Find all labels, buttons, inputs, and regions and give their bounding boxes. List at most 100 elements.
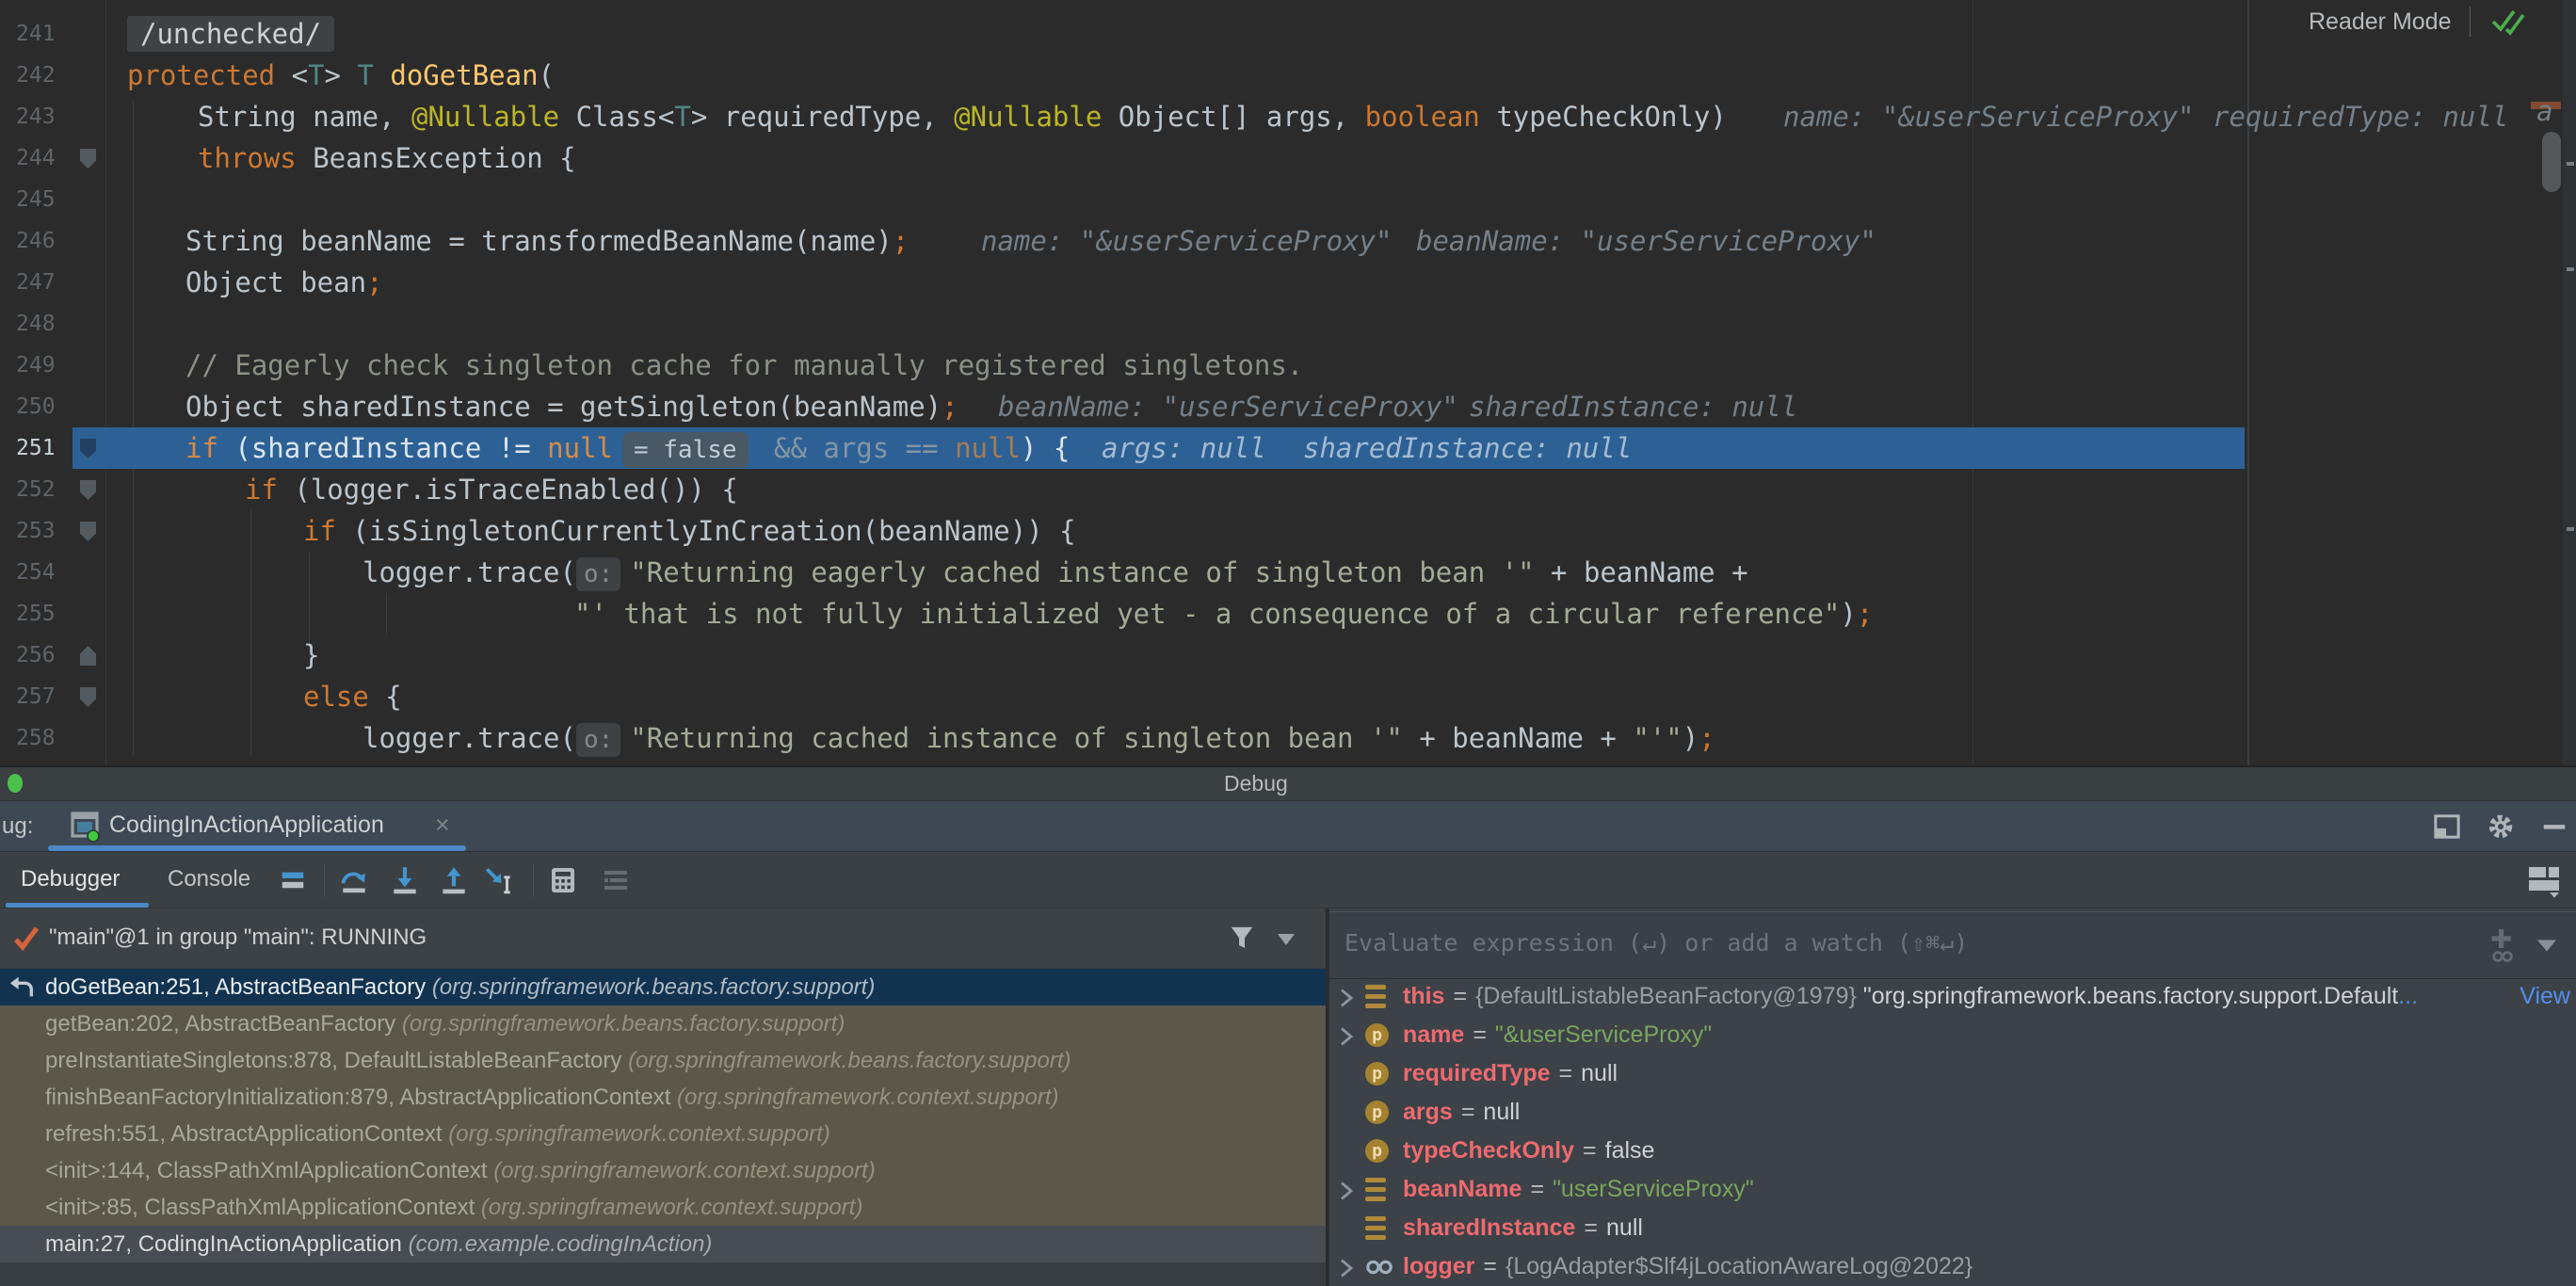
stack-frame-row[interactable]: doGetBean:251, AbstractBeanFactory (org.…: [0, 969, 1326, 1005]
step-into-button[interactable]: [384, 857, 426, 904]
line-number-246[interactable]: 246: [16, 220, 82, 262]
inspections-ok-icon[interactable]: [2489, 6, 2527, 38]
expand-chevron-icon[interactable]: [1339, 1027, 1354, 1046]
tab-debugger[interactable]: Debugger: [6, 852, 149, 908]
stacked-bars-icon: [279, 866, 307, 894]
code-line-252[interactable]: if (logger.isTraceEnabled()) {: [245, 469, 738, 510]
step-out-button[interactable]: [433, 857, 475, 904]
code-line-251[interactable]: if (sharedInstance != null= false && arg…: [185, 427, 1070, 469]
stack-frame-row[interactable]: <init>:85, ClassPathXmlApplicationContex…: [0, 1189, 1326, 1226]
variable-row-typeCheckOnly[interactable]: ptypeCheckOnly=false: [1329, 1132, 2576, 1170]
code-line-250[interactable]: Object sharedInstance = getSingleton(bea…: [185, 386, 958, 427]
variable-row-this[interactable]: this={DefaultListableBeanFactory@1979} "…: [1329, 977, 2576, 1016]
frame-location: finishBeanFactoryInitialization:879, Abs…: [45, 1079, 1059, 1116]
code-line-257[interactable]: else {: [303, 676, 402, 717]
line-number-250[interactable]: 250: [16, 386, 82, 427]
code-editor[interactable]: 241/unchecked/242 protected <T> T doGetBe…: [0, 0, 2576, 765]
variable-row-args[interactable]: pargs=null: [1329, 1093, 2576, 1132]
fold-down-icon[interactable]: [80, 522, 96, 541]
hide-panel-icon[interactable]: [2540, 812, 2568, 841]
close-icon[interactable]: ×: [435, 811, 450, 840]
line-number-247[interactable]: 247: [16, 262, 82, 303]
code-line-256[interactable]: }: [303, 635, 319, 676]
filter-funnel-icon[interactable]: [1228, 924, 1256, 954]
variable-row-logger[interactable]: logger={LogAdapter$Slf4jLocationAwareLog…: [1329, 1247, 2576, 1286]
tab-console[interactable]: Console: [168, 866, 250, 892]
line-number-245[interactable]: 245: [16, 179, 82, 220]
evaluate-expression-button[interactable]: [542, 857, 584, 904]
code-token: "Returning eagerly cached instance of si…: [630, 556, 1534, 588]
fold-down-icon[interactable]: [80, 687, 96, 707]
error-stripe[interactable]: [2563, 0, 2576, 765]
session-tab-label[interactable]: CodingInActionApplication: [109, 812, 384, 839]
code-line-258[interactable]: logger.trace(o:"Returning cached instanc…: [362, 717, 1715, 759]
variable-row-requiredType[interactable]: prequiredType=null: [1329, 1054, 2576, 1093]
layout-settings-button[interactable]: [2523, 857, 2565, 904]
line-number-251[interactable]: 251: [16, 427, 82, 469]
reader-mode-indicator[interactable]: Reader Mode: [2309, 6, 2527, 38]
stack-frame-row[interactable]: finishBeanFactoryInitialization:879, Abs…: [0, 1079, 1326, 1116]
line-number-254[interactable]: 254: [16, 552, 82, 593]
code-token: logger.trace(: [362, 556, 576, 588]
thread-dropdown-caret-icon[interactable]: [1277, 933, 1296, 946]
step-over-button[interactable]: [333, 857, 375, 904]
gear-icon[interactable]: [2486, 812, 2516, 842]
line-number-255[interactable]: 255: [16, 593, 82, 635]
stripe-mark[interactable]: [2567, 267, 2574, 271]
expand-chevron-icon[interactable]: [1339, 1259, 1354, 1278]
fold-down-icon[interactable]: [80, 149, 96, 169]
stream-trace-button[interactable]: [595, 857, 636, 904]
parameter-icon: p: [1365, 1101, 1389, 1124]
indent-guide: [250, 510, 251, 757]
line-number-242[interactable]: 242: [16, 55, 82, 96]
fold-down-icon[interactable]: [80, 480, 96, 500]
code-token: ;: [942, 391, 958, 423]
variable-row-name[interactable]: pname="&userServiceProxy": [1329, 1016, 2576, 1054]
line-number-256[interactable]: 256: [16, 635, 82, 676]
code-token: (sharedInstance !=: [218, 432, 547, 464]
code-token: null: [955, 432, 1021, 464]
stripe-mark[interactable]: [2567, 162, 2574, 166]
run-to-cursor-button[interactable]: [478, 857, 520, 904]
line-number-249[interactable]: 249: [16, 345, 82, 386]
code-line-246[interactable]: String beanName = transformedBeanName(na…: [185, 220, 909, 262]
expand-chevron-icon[interactable]: [1339, 1182, 1354, 1200]
code-line-249[interactable]: // Eagerly check singleton cache for man…: [185, 345, 1303, 386]
code-line-242[interactable]: protected <T> T doGetBean(: [127, 55, 555, 96]
view-link[interactable]: View: [2520, 977, 2570, 1016]
line-number-248[interactable]: 248: [16, 303, 82, 345]
code-line-255[interactable]: "' that is not fully initialized yet - a…: [574, 593, 1873, 635]
stack-frame-row[interactable]: main:27, CodingInActionApplication (com.…: [0, 1226, 1326, 1262]
threads-view-button[interactable]: [272, 857, 314, 904]
code-line-254[interactable]: logger.trace(o:"Returning eagerly cached…: [362, 552, 1748, 593]
line-number-252[interactable]: 252: [16, 469, 82, 510]
stack-frame-row[interactable]: <init>:144, ClassPathXmlApplicationConte…: [0, 1152, 1326, 1189]
expand-chevron-icon[interactable]: [1339, 989, 1354, 1007]
watch-dropdown-caret-icon[interactable]: [2536, 939, 2557, 953]
line-number-253[interactable]: 253: [16, 510, 82, 552]
debug-session-tab[interactable]: CodingInActionApplication ×: [47, 801, 490, 852]
line-number-243[interactable]: 243: [16, 96, 82, 137]
editor-scrollbar-thumb[interactable]: [2542, 132, 2561, 192]
code-line-241[interactable]: /unchecked/: [127, 13, 334, 55]
variable-value: false: [1605, 1137, 1655, 1164]
stack-frame-row[interactable]: getBean:202, AbstractBeanFactory (org.sp…: [0, 1005, 1326, 1042]
stripe-mark[interactable]: [2567, 527, 2574, 531]
code-line-244[interactable]: throws BeansException {: [198, 137, 576, 179]
variable-row-sharedInstance[interactable]: sharedInstance=null: [1329, 1209, 2576, 1247]
code-line-243[interactable]: String name, @Nullable Class<T> required…: [198, 96, 1727, 137]
add-watch-icon[interactable]: [2486, 927, 2520, 965]
code-line-247[interactable]: Object bean;: [185, 262, 383, 303]
line-number-258[interactable]: 258: [16, 717, 82, 759]
float-window-icon[interactable]: [2433, 813, 2461, 840]
stack-frame-row[interactable]: refresh:551, AbstractApplicationContext …: [0, 1116, 1326, 1152]
line-number-244[interactable]: 244: [16, 137, 82, 179]
stack-frame-row[interactable]: preInstantiateSingletons:878, DefaultLis…: [0, 1042, 1326, 1079]
line-number-257[interactable]: 257: [16, 676, 82, 717]
evaluate-expression-bar[interactable]: Evaluate expression (↵) or add a watch (…: [1329, 911, 2576, 979]
line-number-241[interactable]: 241: [16, 13, 82, 55]
variable-row-beanName[interactable]: beanName="userServiceProxy": [1329, 1170, 2576, 1209]
thread-row[interactable]: "main"@1 in group "main": RUNNING: [0, 908, 1326, 969]
fold-up-icon[interactable]: [80, 646, 96, 666]
code-line-253[interactable]: if (isSingletonCurrentlyInCreation(beanN…: [303, 510, 1076, 552]
